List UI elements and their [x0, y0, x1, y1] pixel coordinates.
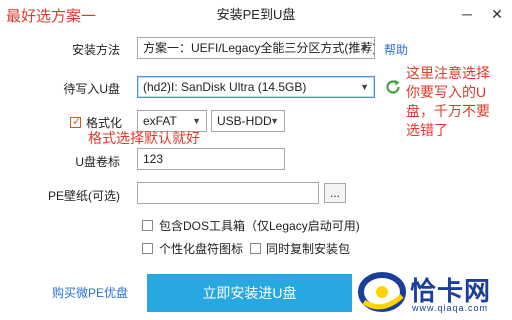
- refresh-icon[interactable]: [384, 78, 402, 96]
- buy-usb-link[interactable]: 购买微PE优盘: [52, 284, 128, 301]
- chevron-down-icon: ▼: [270, 116, 279, 126]
- boot-mode-value: USB-HDD: [217, 114, 272, 128]
- wallpaper-path-input[interactable]: [137, 182, 319, 204]
- help-link[interactable]: 帮助: [384, 41, 408, 58]
- volume-label-label: U盘卷标: [75, 155, 120, 169]
- chevron-down-icon: ▼: [360, 43, 369, 53]
- minimize-button[interactable]: ─: [458, 5, 476, 23]
- install-method-select[interactable]: 方案一：UEFI/Legacy全能三分区方式(推荐) ▼: [137, 37, 375, 59]
- close-button[interactable]: ✕: [488, 5, 506, 23]
- annotation-line: 选错了: [406, 122, 448, 138]
- target-disk-select[interactable]: (hd2)I: SanDisk Ultra (14.5GB) ▼: [137, 76, 375, 98]
- format-checkbox[interactable]: [70, 115, 81, 128]
- annotation-best-option: 最好选方案一: [6, 8, 97, 25]
- filesystem-select[interactable]: exFAT ▼: [137, 110, 207, 132]
- boot-mode-select[interactable]: USB-HDD ▼: [211, 110, 285, 132]
- target-disk-value: (hd2)I: SanDisk Ultra (14.5GB): [143, 80, 307, 94]
- volume-label-input[interactable]: 123: [137, 148, 285, 170]
- chevron-down-icon: ▼: [360, 82, 369, 92]
- install-button[interactable]: 立即安装进U盘: [147, 274, 352, 312]
- annotation-line: 盘，千万不要: [406, 103, 490, 119]
- dos-toolbox-checkbox[interactable]: [142, 220, 153, 231]
- chevron-down-icon: ▼: [192, 116, 201, 126]
- custom-icon-checkbox[interactable]: [142, 243, 153, 254]
- annotation-line: 你要写入的U: [406, 84, 487, 100]
- watermark-url: www.qiaqa.com: [412, 303, 489, 313]
- annotation-line: 这里注意选择: [406, 65, 490, 81]
- dos-toolbox-label: 包含DOS工具箱（仅Legacy启动可用): [159, 219, 360, 233]
- watermark-logo-icon: [358, 272, 406, 312]
- target-disk-label: 待写入U盘: [63, 82, 120, 96]
- format-label: 格式化: [86, 116, 123, 130]
- annotation-select-disk: 这里注意选择 你要写入的U 盘，千万不要 选错了: [406, 64, 490, 140]
- filesystem-value: exFAT: [143, 114, 177, 128]
- annotation-format-default: 格式选择默认就好: [88, 130, 200, 146]
- custom-icon-label: 个性化盘符图标: [159, 242, 244, 256]
- copy-package-label: 同时复制安装包: [266, 242, 351, 256]
- install-method-label: 安装方法: [71, 43, 120, 57]
- wallpaper-label: PE壁纸(可选): [47, 189, 120, 203]
- browse-button[interactable]: ...: [324, 183, 346, 203]
- install-method-value: 方案一：UEFI/Legacy全能三分区方式(推荐): [143, 41, 375, 55]
- copy-package-checkbox[interactable]: [250, 243, 261, 254]
